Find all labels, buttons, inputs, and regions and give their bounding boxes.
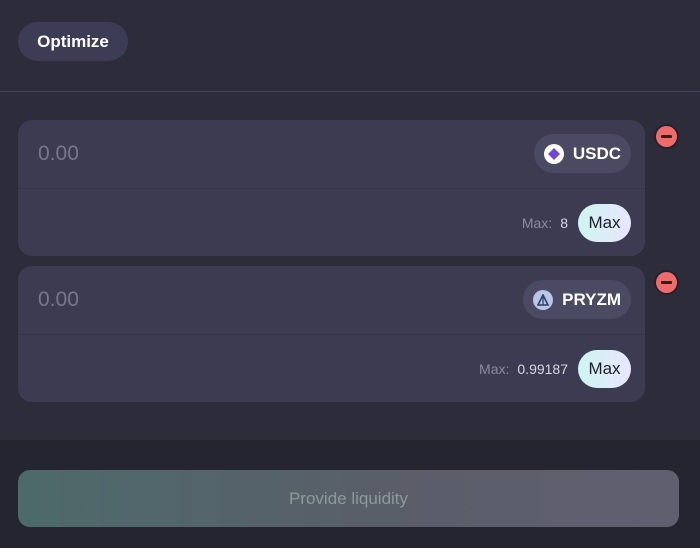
top-section: Optimize (0, 0, 700, 92)
max-value: 8 (560, 215, 568, 231)
max-button[interactable]: Max (578, 204, 631, 242)
pryzm-icon (533, 289, 554, 310)
max-button[interactable]: Max (578, 350, 631, 388)
token-input-card-pryzm: 0.00 PRYZM Max: 0.99187 Max (18, 266, 645, 402)
max-row: Max: 0.99187 Max (479, 350, 631, 388)
max-row: Max: 8 Max (522, 204, 631, 242)
minus-icon (661, 135, 672, 138)
amount-input[interactable]: 0.00 (38, 142, 79, 166)
token-select-pryzm[interactable]: PRYZM (523, 280, 631, 319)
card-input-row: 0.00 PRYZM (18, 266, 645, 335)
minus-icon (661, 281, 672, 284)
amount-input[interactable]: 0.00 (38, 288, 79, 312)
usdc-icon (543, 143, 564, 164)
token-select-usdc[interactable]: USDC (533, 134, 631, 173)
remove-token-button[interactable] (656, 272, 677, 293)
remove-token-button[interactable] (656, 126, 677, 147)
max-label: Max: (521, 215, 553, 231)
optimize-button[interactable]: Optimize (18, 22, 128, 61)
provide-liquidity-button[interactable]: Provide liquidity (18, 470, 679, 527)
max-value: 0.99187 (517, 361, 568, 377)
token-input-card-usdc: 0.00 USDC Max: 8 Max (18, 120, 645, 256)
token-symbol: PRYZM (562, 289, 621, 309)
max-label: Max: (479, 361, 510, 377)
card-input-row: 0.00 USDC (18, 120, 645, 189)
token-symbol: USDC (572, 143, 621, 163)
